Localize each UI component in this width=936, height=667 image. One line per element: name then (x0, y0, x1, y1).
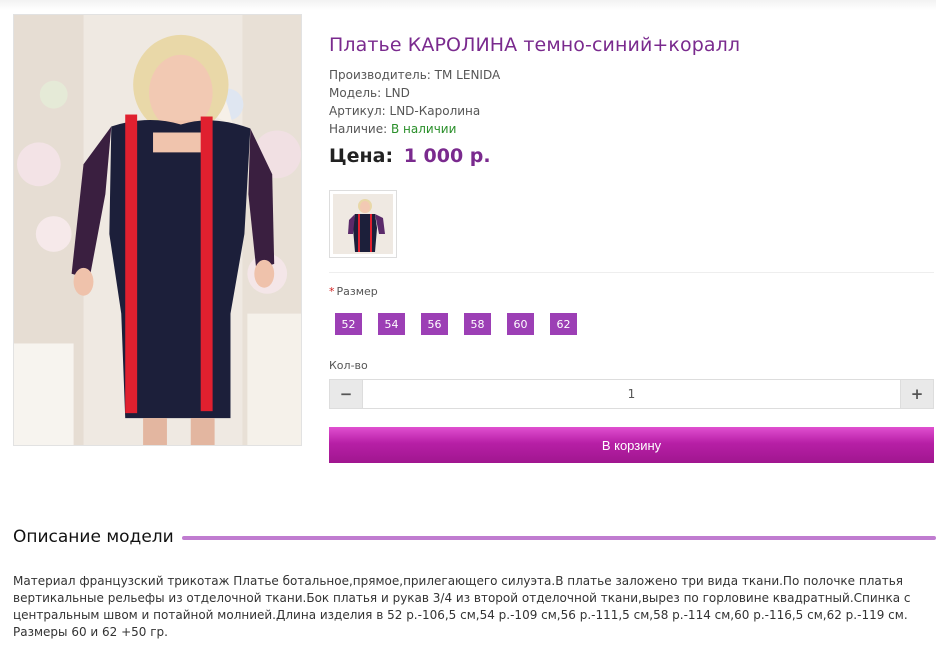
model-value: LND (385, 86, 410, 100)
description-header: Описание модели (13, 527, 936, 547)
size-option-60[interactable]: 60 (507, 313, 534, 335)
manufacturer-row: Производитель: TM LENIDA (329, 66, 500, 84)
price: Цена: 1 000 р. (329, 145, 491, 167)
product-main-image[interactable] (13, 14, 302, 446)
top-shadow (0, 0, 936, 10)
add-to-cart-button[interactable]: В корзину (329, 427, 934, 463)
manufacturer-label: Производитель: (329, 68, 431, 82)
quantity-input[interactable] (362, 380, 901, 408)
required-mark: * (329, 285, 335, 298)
price-label: Цена: (329, 145, 394, 167)
availability-label: Наличие: (329, 122, 388, 136)
manufacturer-value: TM LENIDA (434, 68, 501, 82)
model-label: Модель: (329, 86, 382, 100)
quantity-label: Кол-во (329, 359, 368, 372)
model-row: Модель: LND (329, 84, 500, 102)
size-label-text: Размер (336, 285, 378, 298)
dress-photo (14, 15, 301, 445)
size-option-58[interactable]: 58 (464, 313, 491, 335)
size-options: 52 54 56 58 60 62 (335, 313, 577, 335)
size-option-62[interactable]: 62 (550, 313, 577, 335)
quantity-decrease-button[interactable]: − (330, 380, 362, 408)
sku-value: LND-Каролина (389, 104, 481, 118)
thumbnail-photo (333, 194, 393, 254)
sku-row: Артикул: LND-Каролина (329, 102, 500, 120)
quantity-stepper: − + (329, 379, 934, 409)
description-heading: Описание модели (13, 527, 174, 547)
availability-value: В наличии (391, 122, 457, 136)
size-option-52[interactable]: 52 (335, 313, 362, 335)
availability-row: Наличие: В наличии (329, 120, 500, 138)
options-divider (329, 272, 934, 273)
price-value: 1 000 р. (403, 145, 491, 167)
size-option-54[interactable]: 54 (378, 313, 405, 335)
size-option-56[interactable]: 56 (421, 313, 448, 335)
size-label: * Размер (329, 285, 378, 298)
product-title: Платье КАРОЛИНА темно-синий+коралл (329, 34, 741, 56)
sku-label: Артикул: (329, 104, 386, 118)
product-meta: Производитель: TM LENIDA Модель: LND Арт… (329, 66, 500, 138)
description-text: Материал французский трикотаж Платье бот… (13, 574, 911, 639)
description-heading-line (181, 536, 936, 540)
quantity-increase-button[interactable]: + (901, 380, 933, 408)
product-thumbnail[interactable] (329, 190, 397, 258)
